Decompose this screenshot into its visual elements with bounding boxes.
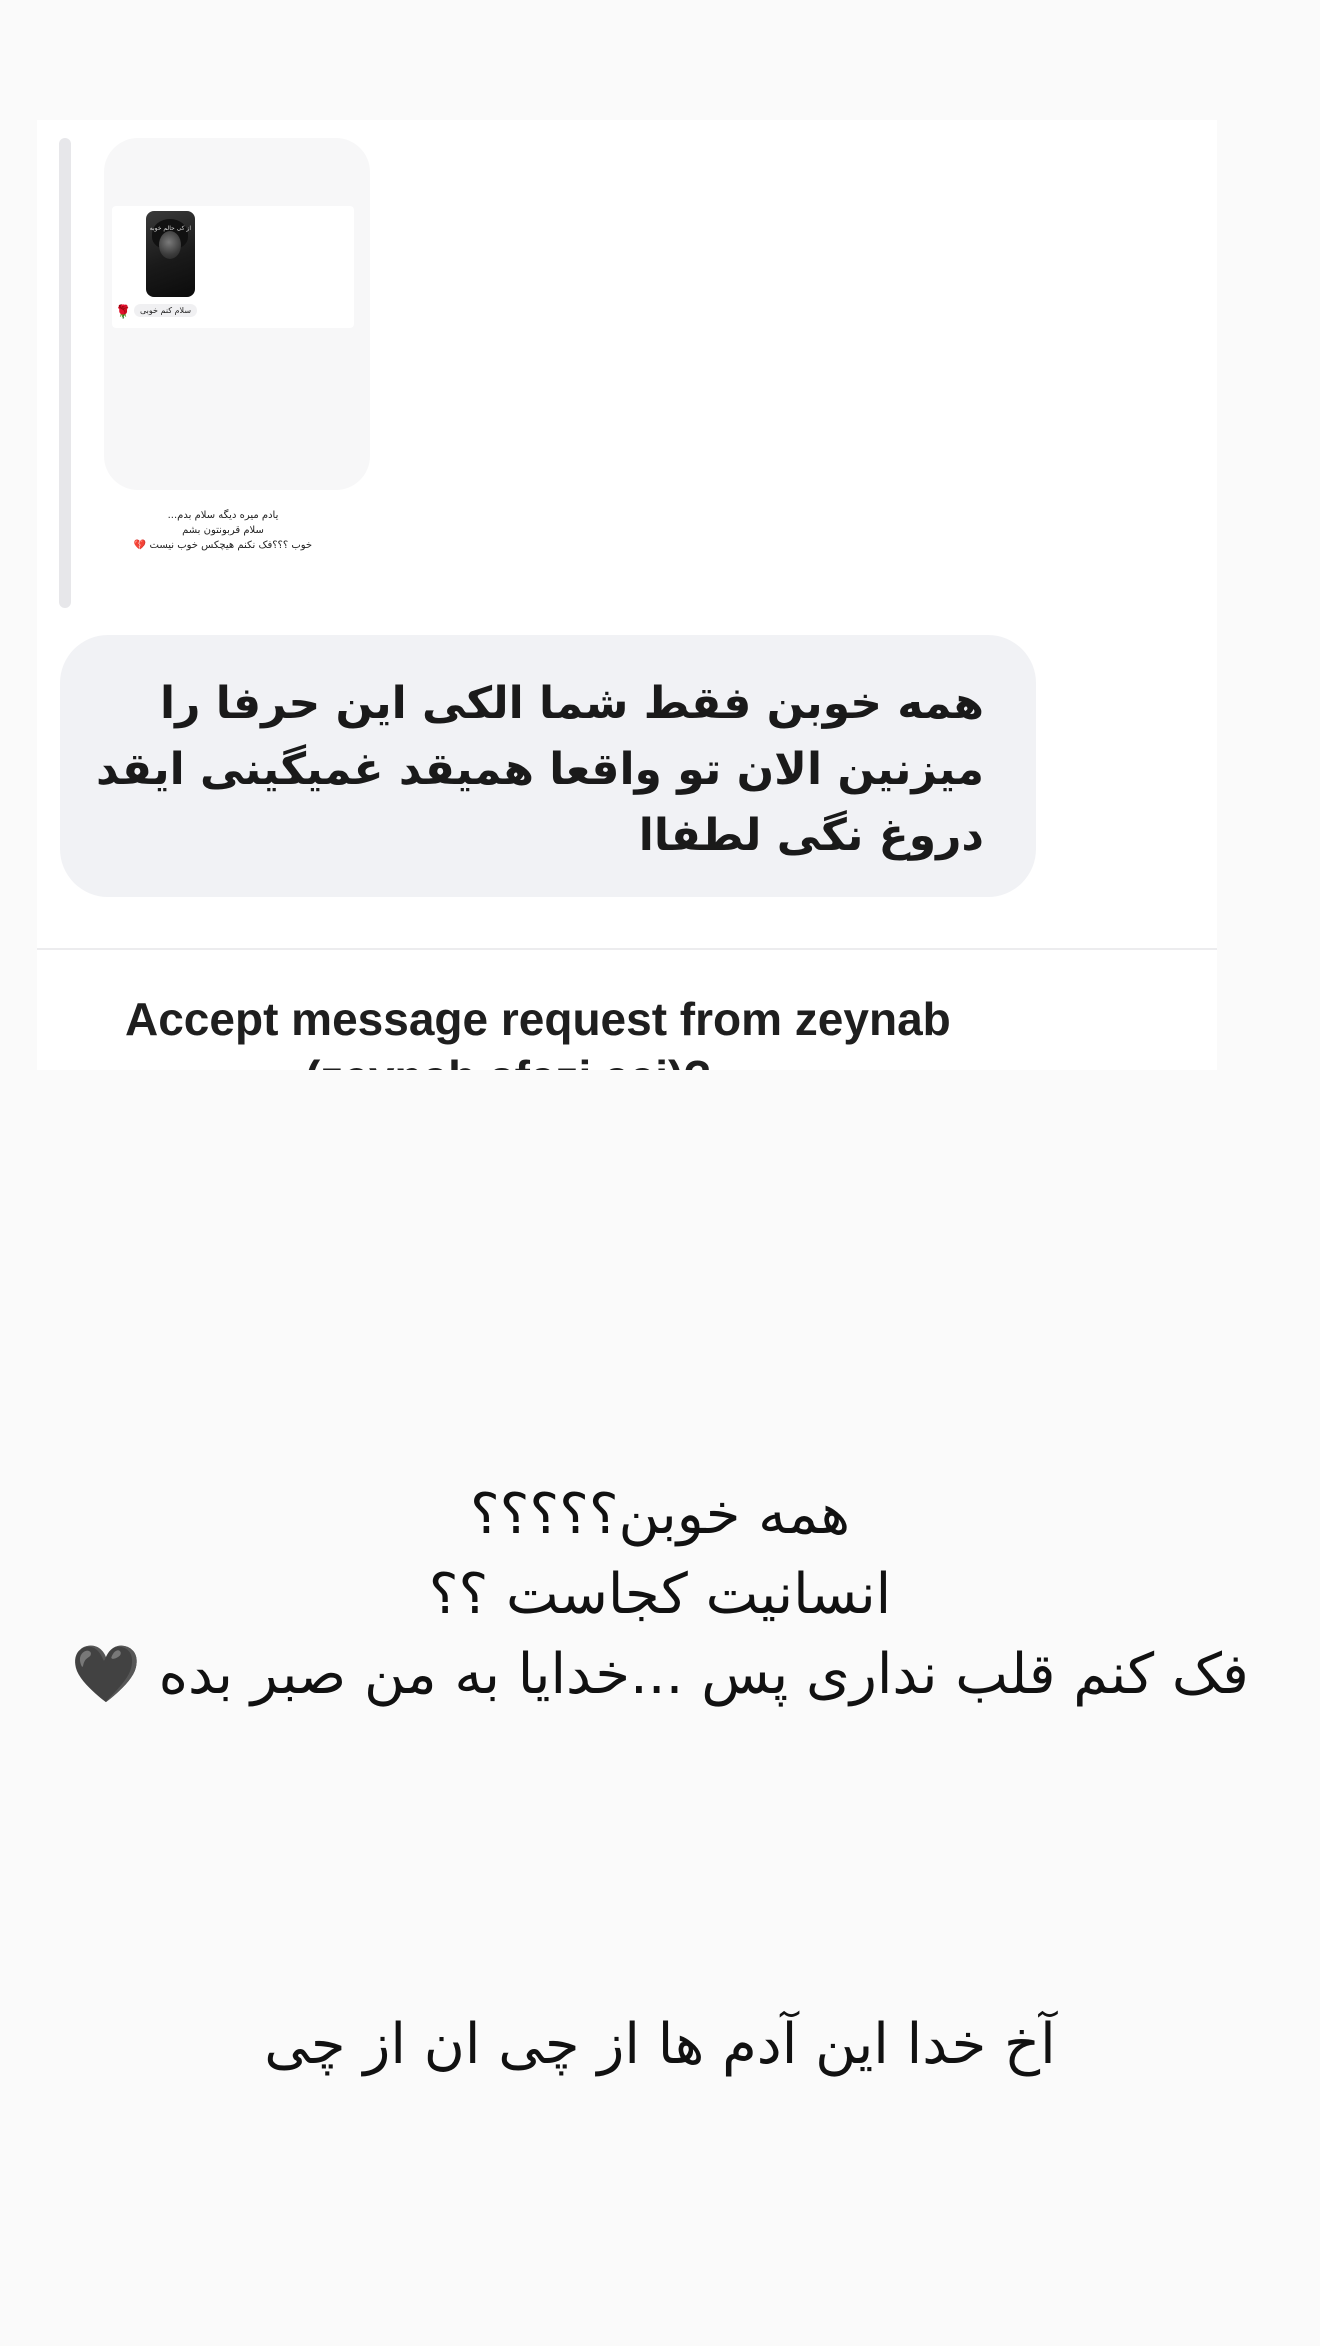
reply-indicator-bar xyxy=(59,138,71,608)
caption-line: همه خوبن؟؟؟؟؟ xyxy=(469,1482,851,1547)
request-prompt-line: Accept message request from zeynab xyxy=(125,993,951,1045)
message-line: دروغ نگی لطفاا xyxy=(638,810,984,861)
dm-screenshot: از کی حالم خوبه 🌹 سلام کنم خوبی یادم میر… xyxy=(37,120,1217,1070)
caption-line: فک کنم قلب نداری پس ...خدایا به من صبر ب… xyxy=(71,1642,1249,1707)
message-bubble[interactable]: همه خوبن فقط شما الکی این حرفا را میزنین… xyxy=(60,635,1036,897)
message-line: میزنین الان تو واقعا همیقد غمیگینی ایقد xyxy=(96,744,984,795)
shared-story-preview: از کی حالم خوبه 🌹 سلام کنم خوبی xyxy=(112,206,354,328)
rose-emoji-icon: 🌹 xyxy=(115,305,132,320)
story-text-line: سلام قربونتون بشم xyxy=(182,525,264,536)
story-overlay-text: از کی حالم خوبه xyxy=(149,225,191,232)
message-line: همه خوبن فقط شما الکی این حرفا را xyxy=(160,678,984,729)
story-text-line: خوب ؟؟؟فک نکنم هیچکس خوب نیست 💔 xyxy=(133,540,313,551)
shared-story-card[interactable]: از کی حالم خوبه 🌹 سلام کنم خوبی xyxy=(104,138,370,490)
story-text-line: یادم میره دیگه سلام بدم... xyxy=(167,510,279,521)
story-caption-chip: سلام کنم خوبی xyxy=(134,304,198,317)
portrait-face xyxy=(159,231,181,259)
message-request-prompt: Accept message request from zeynab (zeyn… xyxy=(125,990,1125,1070)
caption-line: انسانیت کجاست ؟؟ xyxy=(428,1562,892,1627)
story-screen: از کی حالم خوبه 🌹 سلام کنم خوبی یادم میر… xyxy=(0,0,1320,2346)
divider xyxy=(37,948,1217,950)
message-text: همه خوبن فقط شما الکی این حرفا را میزنین… xyxy=(94,671,984,869)
shared-story-text: یادم میره دیگه سلام بدم... سلام قربونتون… xyxy=(123,508,323,553)
story-thumbnail-image: از کی حالم خوبه xyxy=(146,211,195,297)
story-caption-bottom: آخ خدا این آدم ها از چی ان از چی xyxy=(264,2012,1056,2077)
story-caption-text: همه خوبن؟؟؟؟؟ انسانیت کجاست ؟؟ فک کنم قل… xyxy=(0,1475,1320,1715)
request-prompt-username: (zeynab.sfazi.aai)? xyxy=(125,1048,1125,1070)
